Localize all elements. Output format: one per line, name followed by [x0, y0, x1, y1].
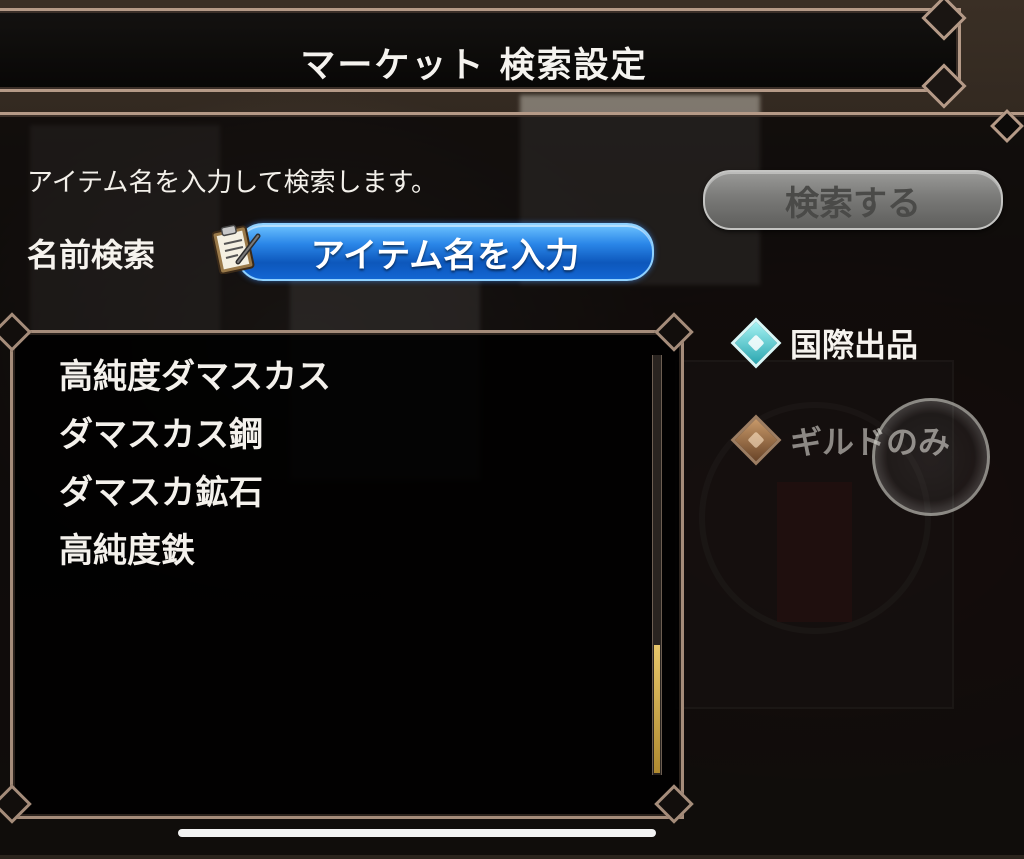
- search-hint: アイテム名を入力して検索します。: [27, 168, 438, 198]
- diamond-sparkle-icon: [730, 317, 782, 369]
- international-listing-toggle[interactable]: 国際出品: [730, 317, 919, 369]
- list-item[interactable]: 高純度ダマスカス: [59, 353, 331, 411]
- name-search-label: 名前検索: [27, 236, 156, 274]
- item-name-input[interactable]: アイテム名を入力: [236, 223, 654, 281]
- list-item[interactable]: 高純度鉄: [59, 527, 331, 585]
- list-item[interactable]: ダマスカス鋼: [59, 411, 331, 469]
- list-item[interactable]: ダマスカ鉱石: [59, 469, 331, 527]
- touch-indicator: [872, 398, 990, 516]
- international-listing-label: 国際出品: [790, 326, 919, 364]
- page-title: マーケット 検索設定: [300, 46, 648, 86]
- search-button[interactable]: 検索する: [703, 170, 1003, 230]
- frame-ornament: [985, 112, 1021, 148]
- diamond-sparkle-icon: [730, 414, 782, 466]
- header-bar: マーケット 検索設定: [0, 8, 961, 92]
- scrollbar-thumb[interactable]: [654, 645, 660, 773]
- home-indicator[interactable]: [178, 829, 656, 837]
- clipboard-pen-icon: [212, 224, 261, 274]
- search-history-list: 高純度ダマスカス ダマスカス鋼 ダマスカ鉱石 高純度鉄: [10, 330, 684, 819]
